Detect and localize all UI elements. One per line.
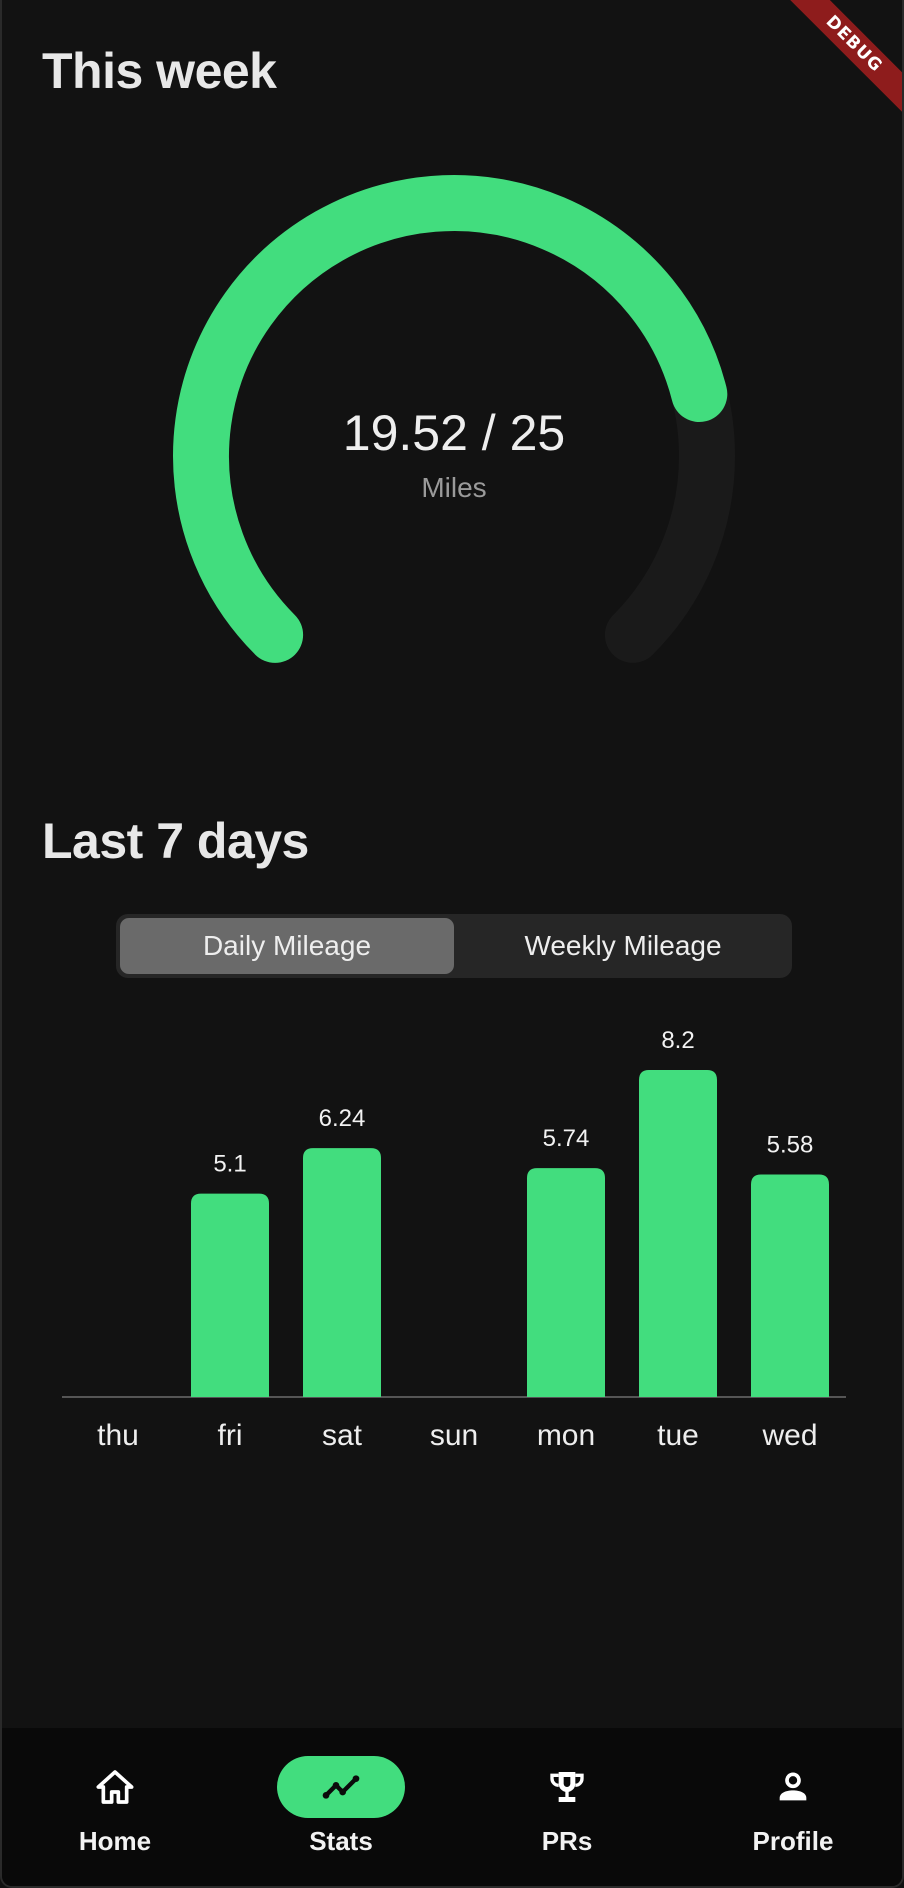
nav-stats[interactable]: Stats <box>261 1756 421 1866</box>
trophy-icon <box>550 1772 584 1802</box>
bar-value-label-mon: 5.74 <box>543 1125 590 1152</box>
bar-sat <box>303 1148 381 1397</box>
nav-home[interactable]: Home <box>35 1756 195 1866</box>
bar-mon <box>527 1168 605 1397</box>
stats-icon <box>322 1775 360 1799</box>
x-tick-label-fri: fri <box>218 1419 243 1452</box>
x-tick-label-wed: wed <box>761 1419 817 1452</box>
nav-profile-pill <box>729 1756 857 1818</box>
bar-value-label-fri: 5.1 <box>213 1151 246 1178</box>
bottom-nav: Home Stats PRs Profile <box>2 1728 902 1886</box>
x-tick-label-mon: mon <box>537 1419 595 1452</box>
nav-home-label: Home <box>78 1826 152 1856</box>
daily-mileage-chart: thu 5.1 fri 6.24 sat sun 5.74 mon 8.2 tue 5.58 wed <box>62 1027 846 1452</box>
x-tick-label-sun: sun <box>430 1419 478 1452</box>
x-tick-label-tue: tue <box>657 1419 699 1452</box>
profile-icon <box>779 1772 807 1801</box>
bar-value-label-wed: 5.58 <box>767 1131 814 1158</box>
nav-profile-label: Profile <box>752 1826 834 1856</box>
nav-home-pill <box>51 1756 179 1818</box>
bar-fri <box>191 1193 269 1397</box>
nav-prs-pill <box>503 1756 631 1818</box>
nav-stats-pill <box>277 1756 405 1818</box>
nav-profile[interactable]: Profile <box>713 1756 873 1866</box>
app-screen: DEBUG This week 19.52 / 25 Miles Last 7 … <box>0 0 904 1888</box>
x-tick-label-sat: sat <box>322 1419 363 1452</box>
home-icon <box>96 1770 134 1804</box>
nav-prs-label: PRs <box>541 1826 593 1856</box>
nav-stats-label: Stats <box>309 1826 373 1856</box>
x-tick-label-thu: thu <box>97 1419 139 1452</box>
bar-value-label-sat: 6.24 <box>319 1105 366 1132</box>
bar-wed <box>751 1174 829 1397</box>
bar-tue <box>639 1070 717 1397</box>
nav-prs[interactable]: PRs <box>487 1756 647 1866</box>
bar-value-label-tue: 8.2 <box>661 1027 694 1054</box>
